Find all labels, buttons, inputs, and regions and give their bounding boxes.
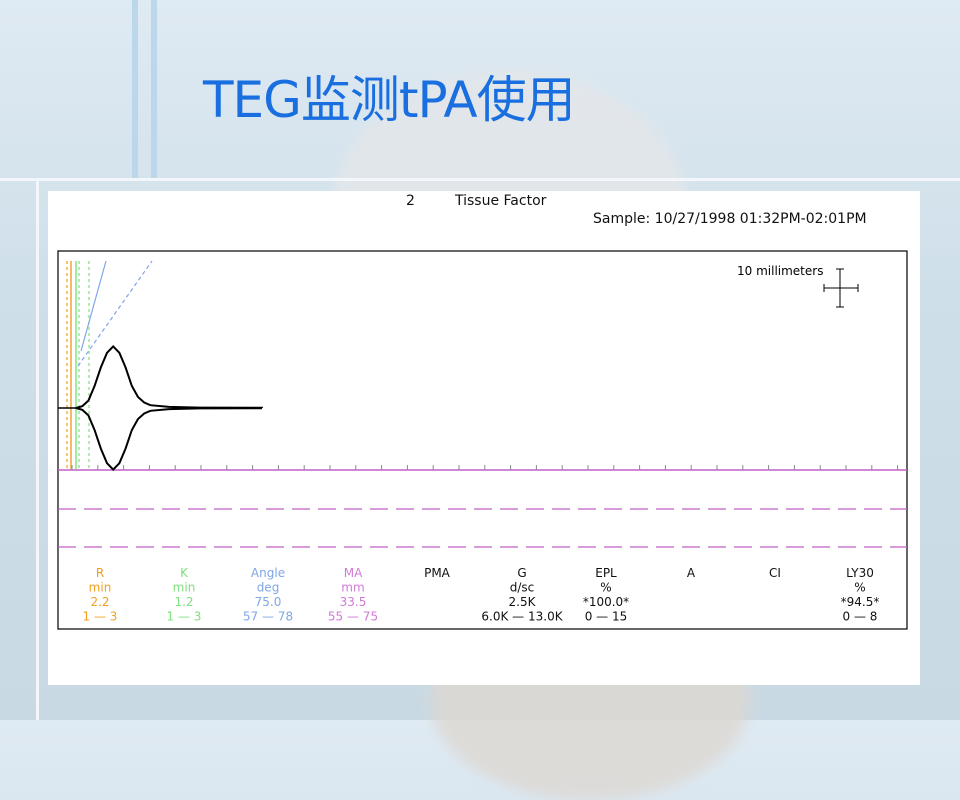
param-name: Angle bbox=[251, 566, 285, 580]
decor-bar-left bbox=[132, 0, 138, 180]
param-range: 55 — 75 bbox=[328, 610, 378, 624]
param-unit: % bbox=[854, 581, 865, 595]
param-name: G bbox=[517, 566, 526, 580]
param-value: 2.5K bbox=[509, 595, 537, 609]
param-value: 1.2 bbox=[174, 595, 193, 609]
param-name: CI bbox=[769, 566, 781, 580]
decor-line-vertical bbox=[36, 180, 39, 720]
param-unit: deg bbox=[257, 581, 280, 595]
param-unit: d/sc bbox=[510, 581, 535, 595]
param-col-r: Rmin2.21 — 3 bbox=[83, 566, 118, 624]
param-range: 0 — 15 bbox=[585, 610, 628, 624]
param-range: 0 — 8 bbox=[843, 610, 878, 624]
teg-report-panel: 2 Tissue Factor Sample: 10/27/1998 01:32… bbox=[48, 191, 920, 685]
param-range: 57 — 78 bbox=[243, 610, 293, 624]
param-col-pma: PMA bbox=[424, 566, 451, 580]
slide-title: TEG监测tPA使用 bbox=[203, 71, 576, 129]
param-range: 1 — 3 bbox=[167, 610, 202, 624]
param-col-g: Gd/sc2.5K6.0K — 13.0K bbox=[481, 566, 563, 624]
param-range: 6.0K — 13.0K bbox=[481, 610, 563, 624]
param-unit: min bbox=[173, 581, 196, 595]
param-name: EPL bbox=[595, 566, 617, 580]
param-range: 1 — 3 bbox=[83, 610, 118, 624]
scale-label: 10 millimeters bbox=[737, 264, 823, 278]
param-col-angle: Angledeg75.057 — 78 bbox=[243, 566, 293, 624]
parameter-markers bbox=[66, 260, 153, 469]
teg-chart: 10 millimeters Rmin2.21 — 3Kmin1.21 — 3A… bbox=[57, 250, 908, 630]
param-name: K bbox=[180, 566, 189, 580]
decor-line-horizontal bbox=[0, 178, 960, 181]
param-col-epl: EPL%*100.0*0 — 15 bbox=[583, 566, 629, 624]
angle-line bbox=[80, 260, 107, 352]
param-value: 33.5 bbox=[340, 595, 367, 609]
param-col-k: Kmin1.21 — 3 bbox=[167, 566, 202, 624]
decor-bar-right bbox=[151, 0, 157, 180]
parameter-table: Rmin2.21 — 3Kmin1.21 — 3Angledeg75.057 —… bbox=[83, 566, 880, 624]
param-unit: mm bbox=[341, 581, 364, 595]
param-unit: min bbox=[89, 581, 112, 595]
param-col-ci: CI bbox=[769, 566, 781, 580]
param-col-a: A bbox=[687, 566, 696, 580]
param-value: 75.0 bbox=[255, 595, 282, 609]
param-value: *100.0* bbox=[583, 595, 629, 609]
param-col-ly30: LY30%*94.5*0 — 8 bbox=[841, 566, 880, 624]
angle-line-dashed bbox=[77, 260, 153, 367]
param-name: PMA bbox=[424, 566, 451, 580]
teg-trace-lower bbox=[75, 407, 263, 472]
param-col-ma: MAmm33.555 — 75 bbox=[328, 566, 378, 624]
param-name: A bbox=[687, 566, 696, 580]
param-name: MA bbox=[344, 566, 363, 580]
param-value: *94.5* bbox=[841, 595, 880, 609]
param-name: LY30 bbox=[846, 566, 874, 580]
param-value: 2.2 bbox=[90, 595, 109, 609]
param-unit: % bbox=[600, 581, 611, 595]
teg-trace-upper bbox=[75, 344, 263, 409]
scale-marker bbox=[823, 268, 859, 308]
param-name: R bbox=[96, 566, 104, 580]
